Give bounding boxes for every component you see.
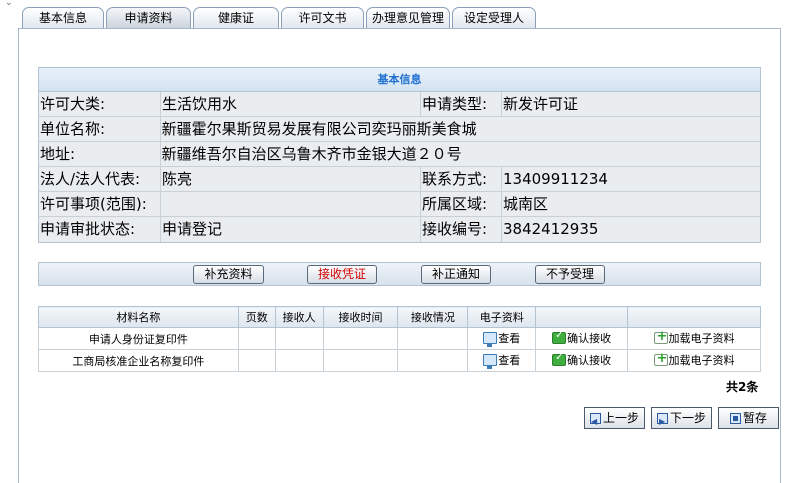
prev-step-label: 上一步	[602, 411, 639, 425]
receipt-no-label: 接收编号:	[421, 217, 502, 242]
info-row: 许可大类: 生活饮用水 申请类型: 新发许可证	[39, 92, 760, 117]
save-draft-button[interactable]: 暂存	[718, 407, 779, 429]
action-bar: 补充资料 接收凭证 补正通知 不予受理	[38, 262, 761, 286]
unit-name-value: 新疆霍尔果斯贸易发展有限公司奕玛丽斯美食城	[161, 120, 477, 138]
correction-notice-button[interactable]: 补正通知	[421, 265, 491, 284]
col-header-blank-1	[535, 306, 629, 328]
table-row: 工商局核准企业名称复印件 查看 确认接收 加载电子资料	[38, 349, 761, 372]
view-cell: 查看	[467, 327, 537, 350]
prev-step-button[interactable]: 上一步	[584, 407, 645, 432]
receipt-no-value: 3842412935	[503, 220, 599, 238]
license-category-value: 生活饮用水	[161, 92, 421, 116]
unit-name-label: 单位名称:	[39, 117, 161, 141]
view-label: 查看	[498, 332, 521, 345]
confirm-receive-link[interactable]: 确认接收	[552, 352, 611, 368]
next-step-button[interactable]: 下一步	[651, 407, 712, 432]
basic-info-header: 基本信息	[39, 68, 760, 92]
approval-status-value: 申请登记	[161, 217, 421, 242]
district-value: 城南区	[503, 195, 549, 213]
approval-status-label: 申请审批状态:	[39, 217, 161, 242]
reject-button[interactable]: 不予受理	[535, 265, 605, 284]
save-icon	[729, 412, 741, 424]
info-row: 单位名称: 新疆霍尔果斯贸易发展有限公司奕玛丽斯美食城	[39, 117, 760, 142]
tab-handling-opinions[interactable]: 办理意见管理	[366, 7, 450, 29]
col-header-receiver: 接收人	[274, 306, 324, 328]
confirm-cell: 确认接收	[535, 349, 629, 372]
materials-table: 材料名称 页数 接收人 接收时间 接收情况 电子资料 申请人身份证复印件 查看 …	[38, 306, 761, 372]
material-receiver	[274, 327, 324, 350]
material-name: 工商局核准企业名称复印件	[38, 349, 239, 372]
material-name: 申请人身份证复印件	[38, 327, 239, 350]
material-pages	[237, 349, 276, 372]
legal-rep-label: 法人/法人代表:	[39, 167, 161, 191]
contact-value: 13409911234	[503, 170, 608, 188]
col-header-electronic: 电子资料	[467, 306, 537, 328]
supplement-button[interactable]: 补充资料	[193, 265, 264, 284]
license-scope-value	[161, 192, 421, 216]
view-icon	[483, 332, 498, 347]
contact-label: 联系方式:	[421, 167, 502, 191]
view-icon	[483, 354, 498, 369]
view-label: 查看	[498, 354, 521, 367]
view-link[interactable]: 查看	[483, 352, 521, 369]
info-row: 许可事项(范围): 所属区域: 城南区	[39, 192, 760, 217]
load-electronic-link[interactable]: 加载电子资料	[653, 351, 735, 368]
next-step-label: 下一步	[669, 411, 706, 425]
license-scope-label: 许可事项(范围):	[39, 192, 161, 216]
load-electronic-link[interactable]: 加载电子资料	[653, 329, 735, 346]
receipt-voucher-button[interactable]: 接收凭证	[307, 265, 377, 284]
view-link[interactable]: 查看	[483, 330, 521, 347]
material-time	[322, 327, 399, 350]
col-header-receive-status: 接收情况	[397, 306, 469, 328]
tab-health-certificate[interactable]: 健康证	[193, 7, 279, 29]
application-type-value: 新发许可证	[503, 95, 579, 113]
legal-rep-value: 陈亮	[161, 167, 421, 191]
load-electronic-label: 加载电子资料	[668, 354, 735, 367]
add-icon	[653, 351, 668, 366]
arrow-right-icon	[656, 412, 668, 432]
address-value: 新疆维吾尔自治区乌鲁木齐市金银大道２０号	[161, 145, 462, 163]
material-receiver	[274, 349, 324, 372]
tab-license-documents[interactable]: 许可文书	[281, 7, 364, 29]
license-category-label: 许可大类:	[39, 92, 161, 116]
material-status	[397, 349, 469, 372]
info-row: 法人/法人代表: 陈亮 联系方式: 13409911234	[39, 167, 760, 192]
col-header-blank-2	[627, 306, 761, 328]
total-count: 共2条	[726, 380, 759, 394]
col-header-pages: 页数	[237, 306, 276, 328]
load-cell: 加载电子资料	[627, 349, 761, 372]
table-header-row: 材料名称 页数 接收人 接收时间 接收情况 电子资料	[38, 306, 761, 328]
tab-bar: 基本信息 申请资料 健康证 许可文书 办理意见管理 设定受理人	[22, 5, 538, 29]
load-cell: 加载电子资料	[627, 327, 761, 350]
info-row: 申请审批状态: 申请登记 接收编号: 3842412935	[39, 217, 760, 242]
load-electronic-label: 加载电子资料	[668, 332, 735, 345]
material-status	[397, 327, 469, 350]
application-type-label: 申请类型:	[421, 92, 502, 116]
confirm-cell: 确认接收	[535, 327, 629, 350]
arrow-left-icon	[589, 412, 601, 432]
tab-application-materials[interactable]: 申请资料	[106, 7, 191, 29]
corner-mark-icon: ⌄	[5, 0, 13, 8]
confirm-receive-label: 确认接收	[567, 354, 612, 367]
col-header-receive-time: 接收时间	[322, 306, 399, 328]
tab-set-handler[interactable]: 设定受理人	[452, 7, 536, 29]
view-cell: 查看	[467, 349, 537, 372]
check-icon	[552, 352, 567, 366]
add-icon	[653, 329, 668, 344]
address-label: 地址:	[39, 142, 161, 166]
material-time	[322, 349, 399, 372]
info-row: 地址: 新疆维吾尔自治区乌鲁木齐市金银大道２０号	[39, 142, 760, 167]
basic-info-table: 基本信息 许可大类: 生活饮用水 申请类型: 新发许可证 单位名称: 新疆霍尔果…	[38, 67, 761, 243]
col-header-material-name: 材料名称	[38, 306, 239, 328]
save-draft-label: 暂存	[742, 411, 767, 425]
tab-basic-info[interactable]: 基本信息	[22, 7, 104, 29]
table-row: 申请人身份证复印件 查看 确认接收 加载电子资料	[38, 327, 761, 350]
check-icon	[552, 330, 567, 344]
confirm-receive-label: 确认接收	[567, 332, 612, 345]
confirm-receive-link[interactable]: 确认接收	[552, 330, 611, 346]
material-pages	[237, 327, 276, 350]
district-label: 所属区域:	[421, 192, 502, 216]
